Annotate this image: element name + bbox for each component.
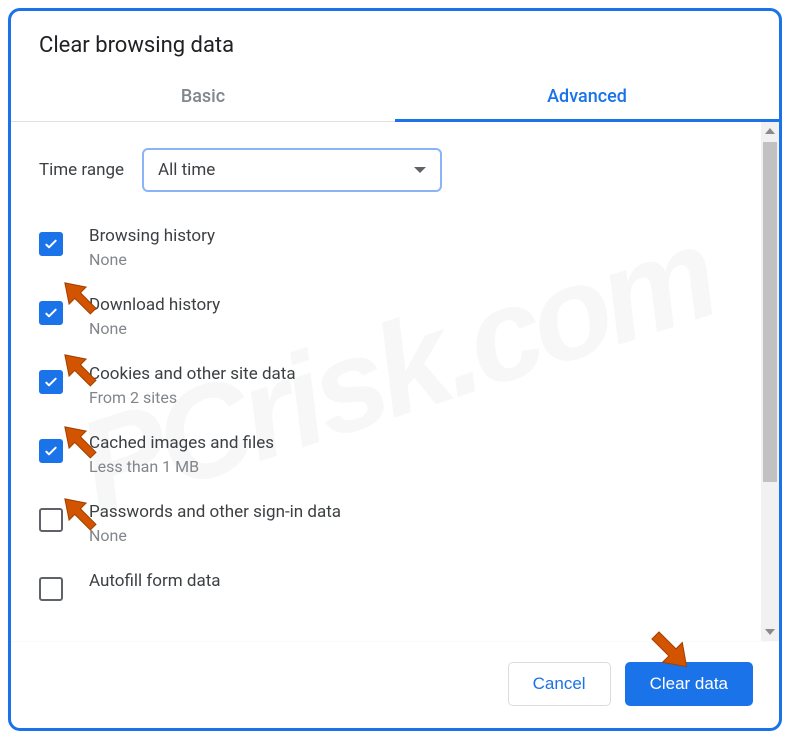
time-range-select[interactable]: All time <box>142 148 442 192</box>
content-area: Time range All time Browsing history Non… <box>11 122 779 641</box>
option-subtitle: None <box>89 250 751 269</box>
time-range-value: All time <box>158 160 215 180</box>
chevron-down-icon <box>414 167 426 173</box>
option-passwords: Passwords and other sign-in data None <box>39 502 751 545</box>
option-subtitle: None <box>89 319 751 338</box>
tab-advanced[interactable]: Advanced <box>395 76 779 121</box>
scrollbar[interactable] <box>761 122 779 641</box>
scroll-area: Time range All time Browsing history Non… <box>11 122 771 641</box>
option-title: Passwords and other sign-in data <box>89 502 751 522</box>
clear-browsing-data-dialog: PCrisk.com Clear browsing data Basic Adv… <box>8 8 782 731</box>
scrollbar-thumb[interactable] <box>763 142 777 482</box>
option-title: Browsing history <box>89 226 751 246</box>
checkbox-cached-images[interactable] <box>39 439 63 463</box>
cancel-button[interactable]: Cancel <box>508 662 611 706</box>
option-cookies: Cookies and other site data From 2 sites <box>39 364 751 407</box>
chevron-down-icon <box>765 629 775 635</box>
scrollbar-up-button[interactable] <box>761 122 779 140</box>
tab-basic[interactable]: Basic <box>11 76 395 121</box>
option-title: Autofill form data <box>89 571 751 591</box>
option-autofill: Autofill form data <box>39 571 751 601</box>
checkbox-cookies[interactable] <box>39 370 63 394</box>
option-subtitle: From 2 sites <box>89 388 751 407</box>
tabs: Basic Advanced <box>11 76 779 122</box>
option-title: Download history <box>89 295 751 315</box>
dialog-footer: Cancel Clear data <box>11 641 779 728</box>
scrollbar-down-button[interactable] <box>761 623 779 641</box>
option-download-history: Download history None <box>39 295 751 338</box>
time-range-row: Time range All time <box>39 148 751 192</box>
dialog-title: Clear browsing data <box>11 11 779 76</box>
chevron-up-icon <box>765 128 775 134</box>
checkbox-download-history[interactable] <box>39 301 63 325</box>
option-cached-images: Cached images and files Less than 1 MB <box>39 433 751 476</box>
checkbox-passwords[interactable] <box>39 508 63 532</box>
clear-data-button[interactable]: Clear data <box>625 662 753 706</box>
option-title: Cookies and other site data <box>89 364 751 384</box>
checkbox-browsing-history[interactable] <box>39 232 63 256</box>
option-subtitle: None <box>89 526 751 545</box>
option-title: Cached images and files <box>89 433 751 453</box>
checkbox-autofill[interactable] <box>39 577 63 601</box>
option-browsing-history: Browsing history None <box>39 226 751 269</box>
time-range-label: Time range <box>39 160 124 180</box>
option-subtitle: Less than 1 MB <box>89 457 751 476</box>
